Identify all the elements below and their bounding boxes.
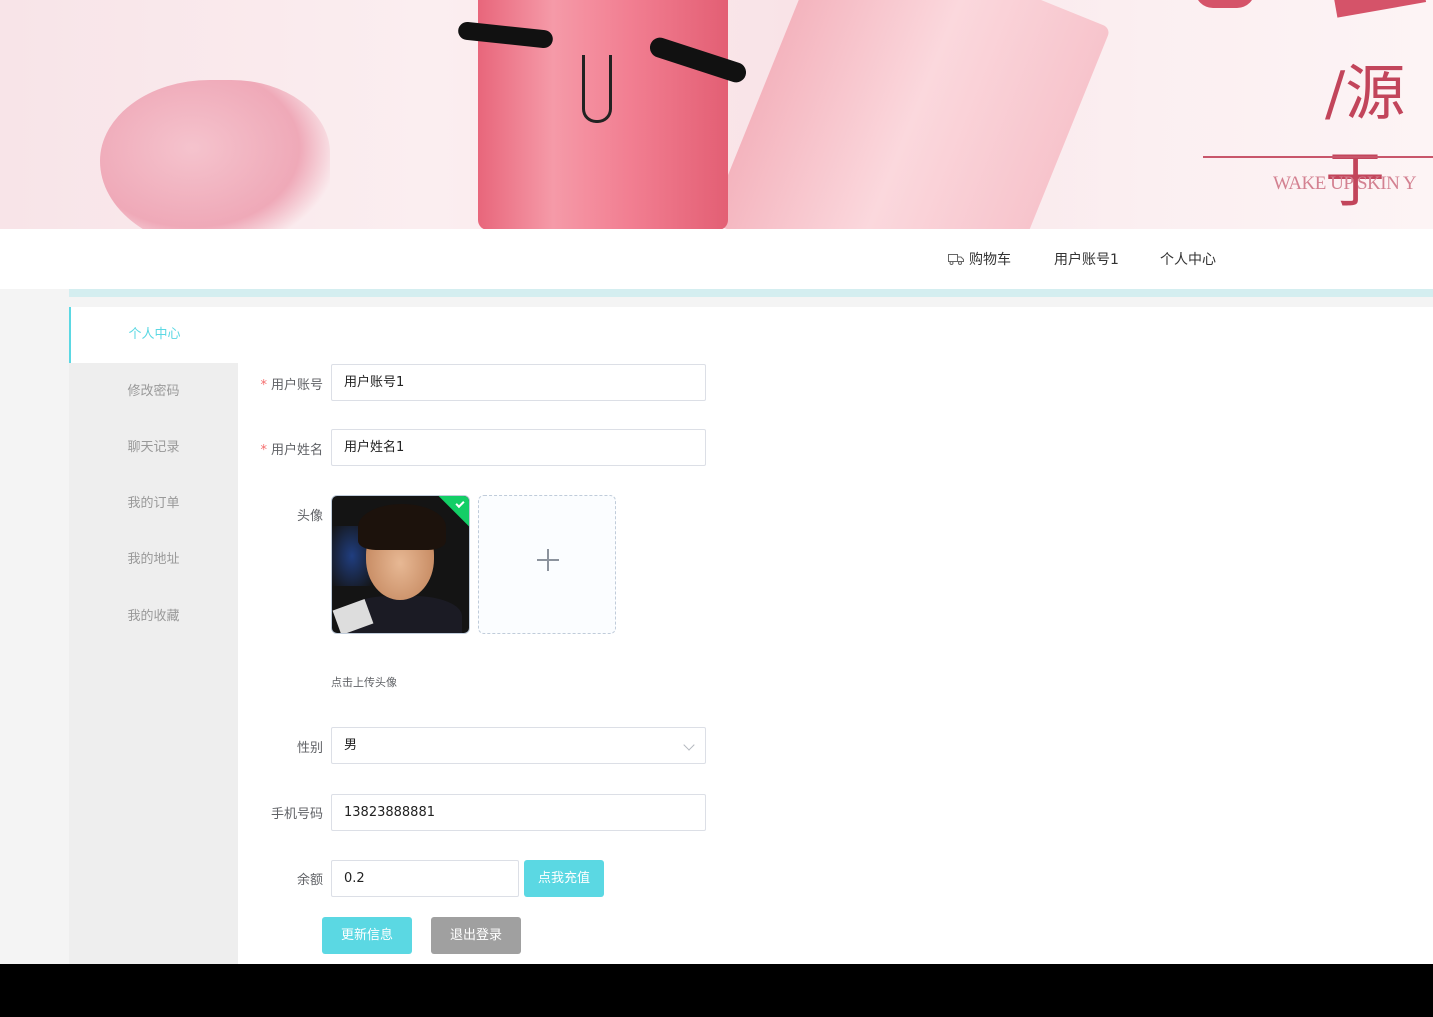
page: /源于 WAKE UP SKIN Y 购物车 用户账号1 个人中心 个人中心 修… [0,0,1433,1017]
balance-input[interactable]: 0.2 [331,860,519,897]
main-area: 个人中心 修改密码 聊天记录 我的订单 我的地址 我的收藏 [0,289,1433,964]
gender-value: 男 [344,738,358,753]
section-divider [69,289,1433,297]
required-mark: * [260,378,267,393]
content-panel: 个人中心 修改密码 聊天记录 我的订单 我的地址 我的收藏 [69,307,1433,964]
name-input[interactable]: 用户姓名1 [331,429,706,466]
name-label: * 用户姓名 [260,443,323,458]
banner-decoration [1333,0,1427,18]
sidebar: 个人中心 修改密码 聊天记录 我的订单 我的地址 我的收藏 [69,307,238,964]
recharge-button[interactable]: 点我充值 [524,860,604,897]
sidebar-item-center[interactable]: 个人中心 [69,307,238,363]
phone-label: 手机号码 [270,807,323,822]
balance-label: 余额 [296,873,323,888]
account-label: * 用户账号 [260,378,323,393]
banner-petal [100,80,330,229]
banner-product-tube [709,0,1111,229]
banner-image: /源于 WAKE UP SKIN Y [0,0,1433,229]
chevron-down-icon [683,739,695,751]
required-mark: * [260,443,267,458]
gender-label: 性别 [296,741,323,756]
sidebar-item-orders[interactable]: 我的订单 [69,476,238,532]
sidebar-item-favorites[interactable]: 我的收藏 [69,589,238,645]
banner-divider [1203,156,1433,158]
plus-icon [547,549,549,571]
sidebar-item-password[interactable]: 修改密码 [69,364,238,420]
logout-button[interactable]: 退出登录 [431,917,521,954]
update-button[interactable]: 更新信息 [322,917,412,954]
top-nav: 购物车 用户账号1 个人中心 [0,229,1433,289]
avatar-preview[interactable] [331,495,470,634]
phone-input[interactable]: 13823888881 [331,794,706,831]
nav-cart-link[interactable]: 购物车 [948,249,1011,269]
truck-icon [948,254,964,265]
nav-center-link[interactable]: 个人中心 [1160,249,1216,269]
nav-account-link[interactable]: 用户账号1 [1054,249,1119,269]
avatar-upload-button[interactable] [478,495,616,634]
nav-cart-label: 购物车 [969,252,1011,268]
account-input[interactable]: 用户账号1 [331,364,706,401]
banner-doodle [582,55,612,123]
sidebar-item-chat[interactable]: 聊天记录 [69,420,238,476]
avatar-upload-hint: 点击上传头像 [331,676,397,689]
banner-decoration [1195,0,1255,8]
gender-select[interactable]: 男 [331,727,706,764]
avatar-label: 头像 [296,509,323,524]
sidebar-item-address[interactable]: 我的地址 [69,532,238,588]
banner-tagline: WAKE UP SKIN Y [1273,173,1417,194]
